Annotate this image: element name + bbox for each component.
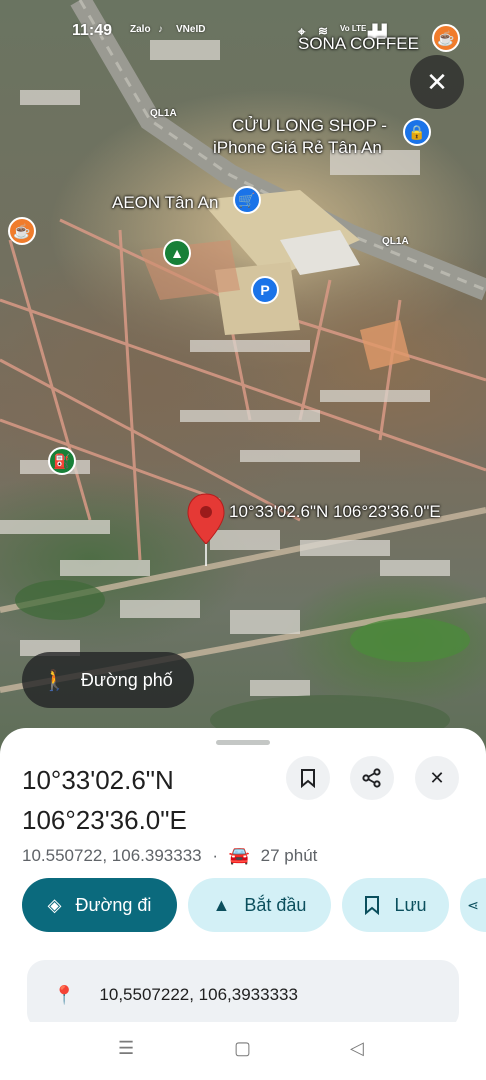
- start-label: Bắt đầu: [244, 894, 307, 915]
- back-icon[interactable]: ◁: [350, 1038, 364, 1059]
- poi-label-cuu-long-shop-line2[interactable]: iPhone Giá Rẻ Tân An: [213, 138, 382, 158]
- poi-label-cuu-long-shop-line1[interactable]: CỬU LONG SHOP -: [232, 116, 387, 136]
- car-icon: 🚘: [228, 846, 250, 865]
- place-title: 10°33'02.6"N 106°23'36.0"E: [22, 760, 282, 840]
- zalo-app-icon: Zalo: [130, 24, 151, 35]
- bookmark-button[interactable]: [286, 756, 330, 800]
- drag-handle[interactable]: [216, 740, 270, 745]
- drive-time: 27 phút: [260, 846, 318, 865]
- coordinates-row[interactable]: 📍 10,5507222, 106,3933333: [27, 960, 459, 1030]
- street-view-button[interactable]: 🚶 Đường phố: [22, 652, 194, 708]
- location-pin-icon: 📍: [53, 984, 76, 1005]
- place-title-longitude: 106°23'36.0"E: [22, 805, 187, 835]
- poi-label-aeon[interactable]: AEON Tân An: [112, 193, 218, 213]
- network-type: Vo LTE: [340, 24, 367, 33]
- close-sheet-button[interactable]: ✕: [415, 756, 459, 800]
- home-icon[interactable]: ▢: [234, 1038, 251, 1059]
- navigation-arrow-icon: ▲: [212, 894, 231, 915]
- road-label-ql1a: QL1A: [150, 108, 177, 119]
- meta-separator: ·: [212, 846, 219, 865]
- coffee-icon[interactable]: ☕: [432, 24, 460, 52]
- dropped-pin-icon[interactable]: [186, 492, 226, 572]
- park-tree-icon[interactable]: ▲: [163, 239, 191, 267]
- coffee-icon[interactable]: ☕: [8, 217, 36, 245]
- parking-icon[interactable]: P: [251, 276, 279, 304]
- system-nav-bar: ☰ ▢ ◁: [0, 1022, 486, 1080]
- vneid-app-icon: VNeID: [176, 24, 206, 35]
- share-icon: ⋖: [467, 896, 479, 913]
- satellite-map[interactable]: 11:49 Zalo ♪ VNeID ⌖ ≋ Vo LTE ▟▟ SONA CO…: [0, 0, 486, 760]
- place-title-latitude: 10°33'02.6"N: [22, 765, 174, 795]
- decimal-coordinates: 10.550722, 106.393333: [22, 846, 202, 865]
- more-actions-button[interactable]: ⋖: [460, 878, 486, 932]
- map-imagery: [0, 0, 486, 745]
- street-view-label: Đường phố: [80, 669, 173, 690]
- save-button[interactable]: Lưu: [342, 878, 449, 932]
- save-label: Lưu: [394, 894, 427, 915]
- share-button[interactable]: [350, 756, 394, 800]
- share-icon: [362, 768, 381, 788]
- status-time: 11:49: [72, 22, 113, 39]
- bookmark-icon: [301, 769, 315, 788]
- close-icon: ✕: [429, 767, 445, 788]
- tiktok-app-icon: ♪: [158, 24, 163, 35]
- shopping-cart-icon[interactable]: 🛒: [233, 186, 261, 214]
- directions-button[interactable]: ◈ Đường đi: [22, 878, 177, 932]
- close-button[interactable]: ✕: [410, 55, 464, 109]
- pegman-icon: 🚶: [42, 669, 67, 692]
- pin-coordinates-label: 10°33'02.6"N 106°23'36.0"E: [229, 502, 441, 521]
- start-button[interactable]: ▲ Bắt đầu: [188, 878, 331, 932]
- directions-label: Đường đi: [75, 894, 152, 915]
- place-meta: 10.550722, 106.393333 · 🚘 27 phút: [22, 846, 317, 866]
- bookmark-icon: [365, 896, 380, 915]
- address-coordinates: 10,5507222, 106,3933333: [99, 985, 298, 1004]
- close-icon: ✕: [426, 66, 448, 97]
- gas-station-icon[interactable]: ⛽: [48, 447, 76, 475]
- poi-label-sona-coffee[interactable]: SONA COFFEE: [298, 34, 419, 54]
- recent-apps-icon[interactable]: ☰: [118, 1038, 134, 1059]
- directions-icon: ◈: [47, 894, 62, 915]
- shopping-bag-icon[interactable]: 🔒: [403, 118, 431, 146]
- road-label-ql1a-east: QL1A: [382, 236, 409, 247]
